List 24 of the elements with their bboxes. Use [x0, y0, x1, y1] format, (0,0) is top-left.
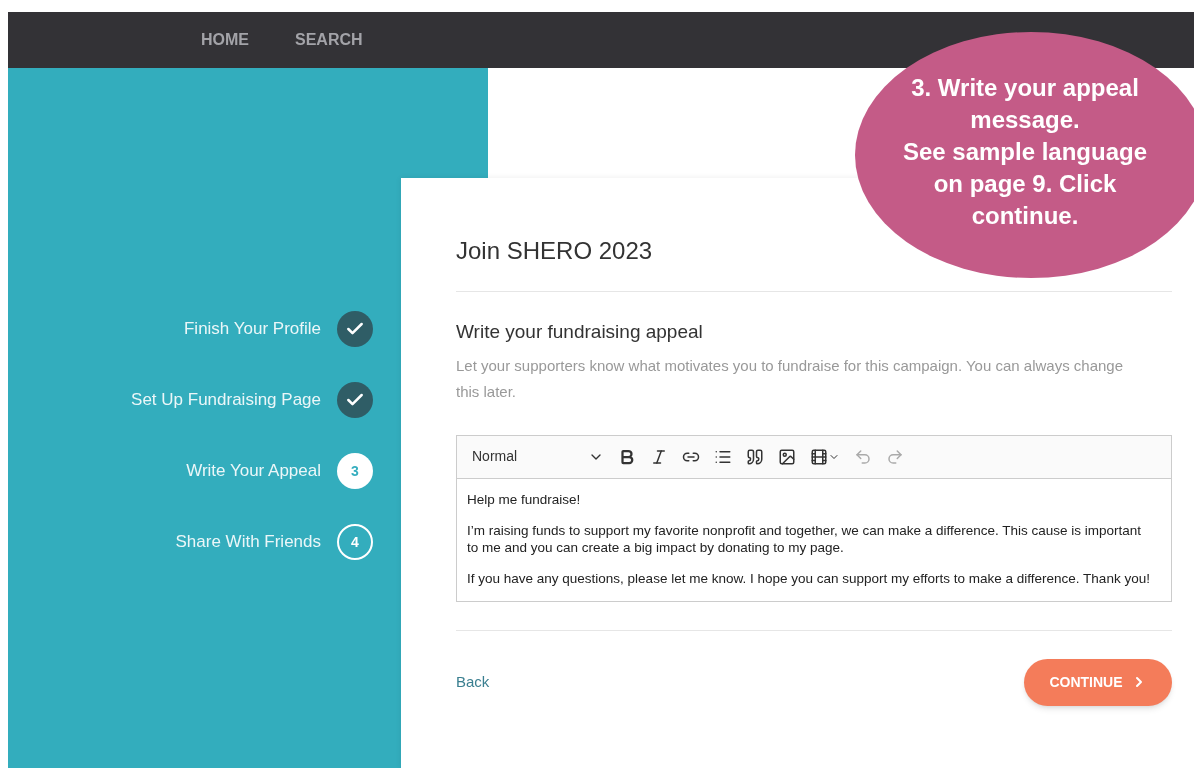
bold-icon[interactable]: [618, 447, 636, 466]
step-number: 4: [337, 524, 373, 560]
format-dropdown[interactable]: Normal: [472, 446, 604, 467]
quote-icon[interactable]: [746, 447, 764, 466]
editor-paragraph: I’m raising funds to support my favorite nonprofit and together, we can make a difference. This cause is important to me and you can create a big impact by donating to my page.: [467, 521, 1143, 556]
step-label: Set Up Fundraising Page: [131, 389, 321, 412]
italic-icon[interactable]: [650, 447, 668, 466]
video-icon[interactable]: [810, 447, 840, 466]
step-label: Finish Your Profile: [183, 318, 321, 341]
section-description: Let your supporters know what motivates you to fundraise for this campaign. You can always change this later.: [456, 355, 1125, 402]
step-label: Share With Friends: [175, 531, 321, 554]
nav-link[interactable]: HOME: [197, 28, 253, 52]
callout-text: 3. Write your appeal message.: [910, 73, 1140, 135]
callout-text: See sample language on page 9. Click continue.: [901, 137, 1149, 231]
step-label: Write Your Appeal: [186, 460, 321, 483]
editor-paragraph: If you have any questions, please let me know. I hope you can support my efforts to make a difference. Thank you!: [467, 569, 1151, 587]
step-number: 3: [337, 453, 373, 489]
continue-button[interactable]: CONTINUE: [1024, 658, 1172, 706]
section-heading: Write your fundraising appeal: [456, 320, 704, 344]
nav-link[interactable]: SEARCH: [291, 28, 367, 52]
text-editor[interactable]: [456, 434, 1172, 602]
back-link[interactable]: Back: [456, 670, 490, 694]
editor-paragraph: Help me fundraise!: [467, 490, 582, 508]
image-icon[interactable]: [778, 447, 796, 466]
